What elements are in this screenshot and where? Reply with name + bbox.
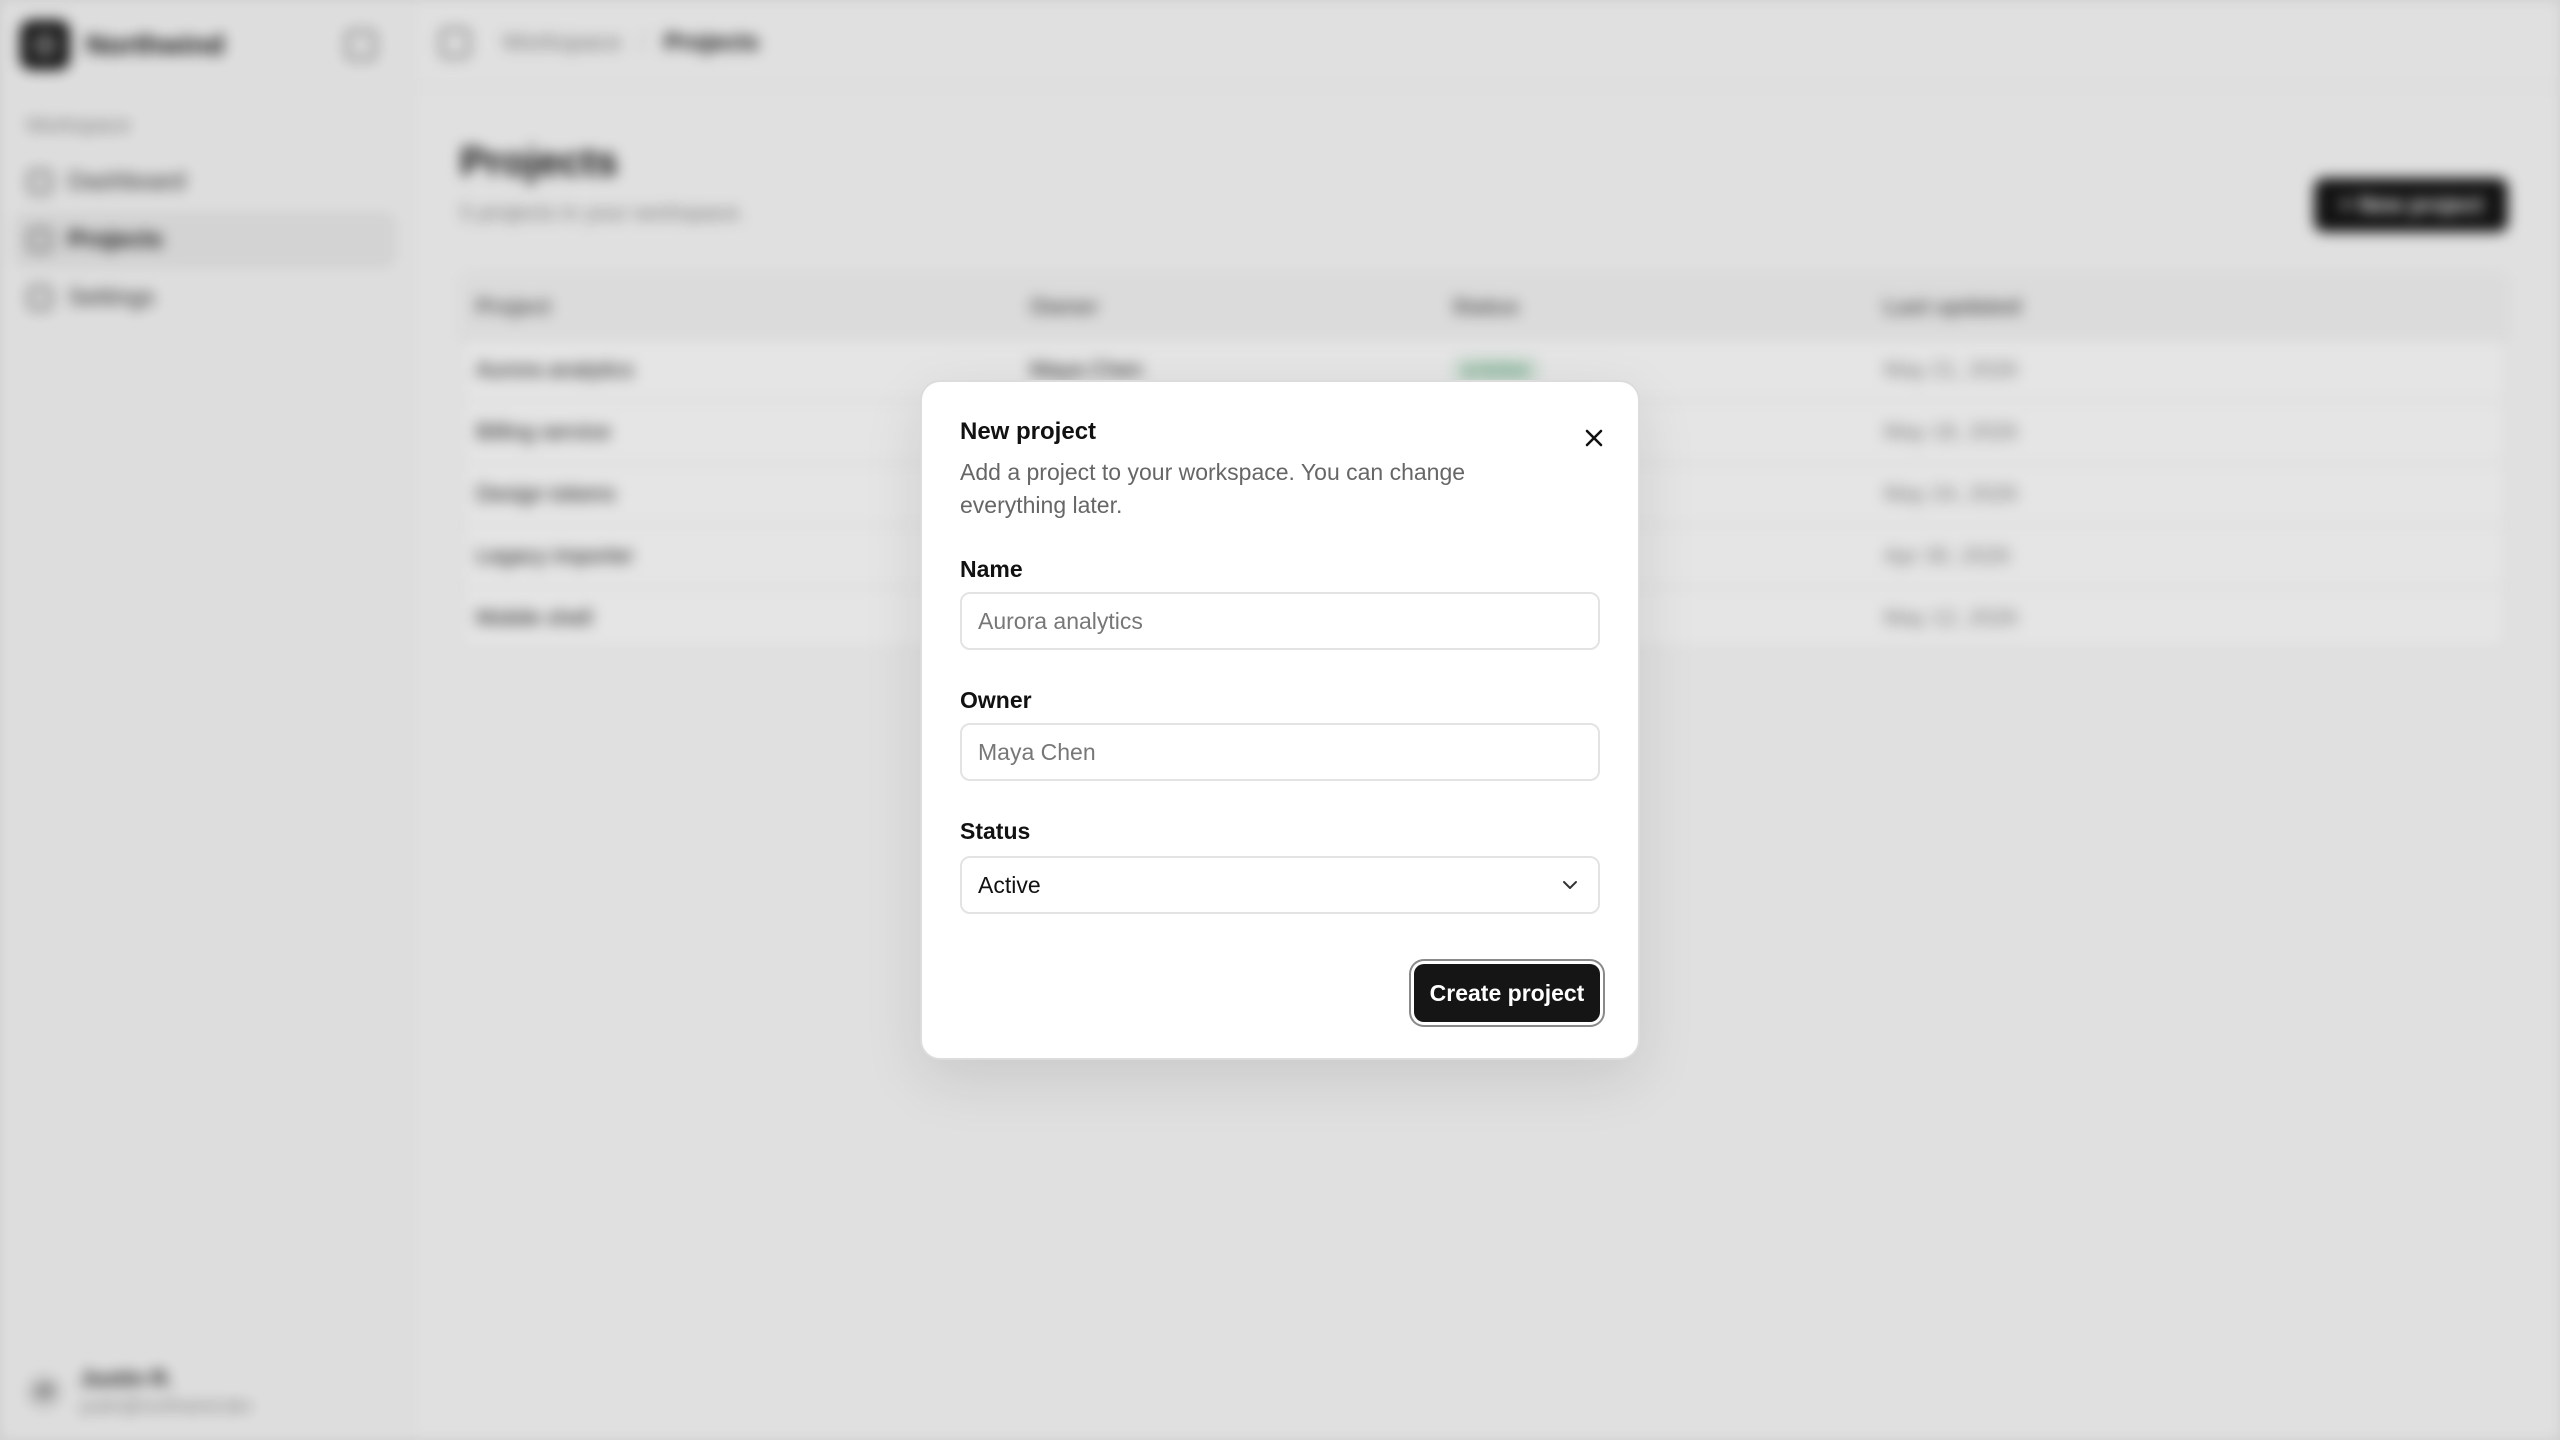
new-project-dialog: New project Add a project to your worksp… xyxy=(920,380,1640,1060)
status-select[interactable]: Active xyxy=(960,856,1600,914)
owner-input[interactable] xyxy=(960,723,1600,781)
status-select-value: Active xyxy=(978,871,1041,898)
owner-label: Owner xyxy=(960,687,1032,713)
name-input[interactable] xyxy=(960,592,1600,650)
status-label: Status xyxy=(960,818,1031,844)
chevron-down-icon xyxy=(1558,873,1582,897)
close-button[interactable] xyxy=(1574,418,1614,458)
name-label: Name xyxy=(960,556,1023,582)
create-project-button[interactable]: Create project xyxy=(1414,964,1600,1022)
close-icon xyxy=(1585,429,1603,447)
dialog-description: Add a project to your workspace. You can… xyxy=(960,459,1466,518)
dialog-title: New project xyxy=(960,418,1097,445)
